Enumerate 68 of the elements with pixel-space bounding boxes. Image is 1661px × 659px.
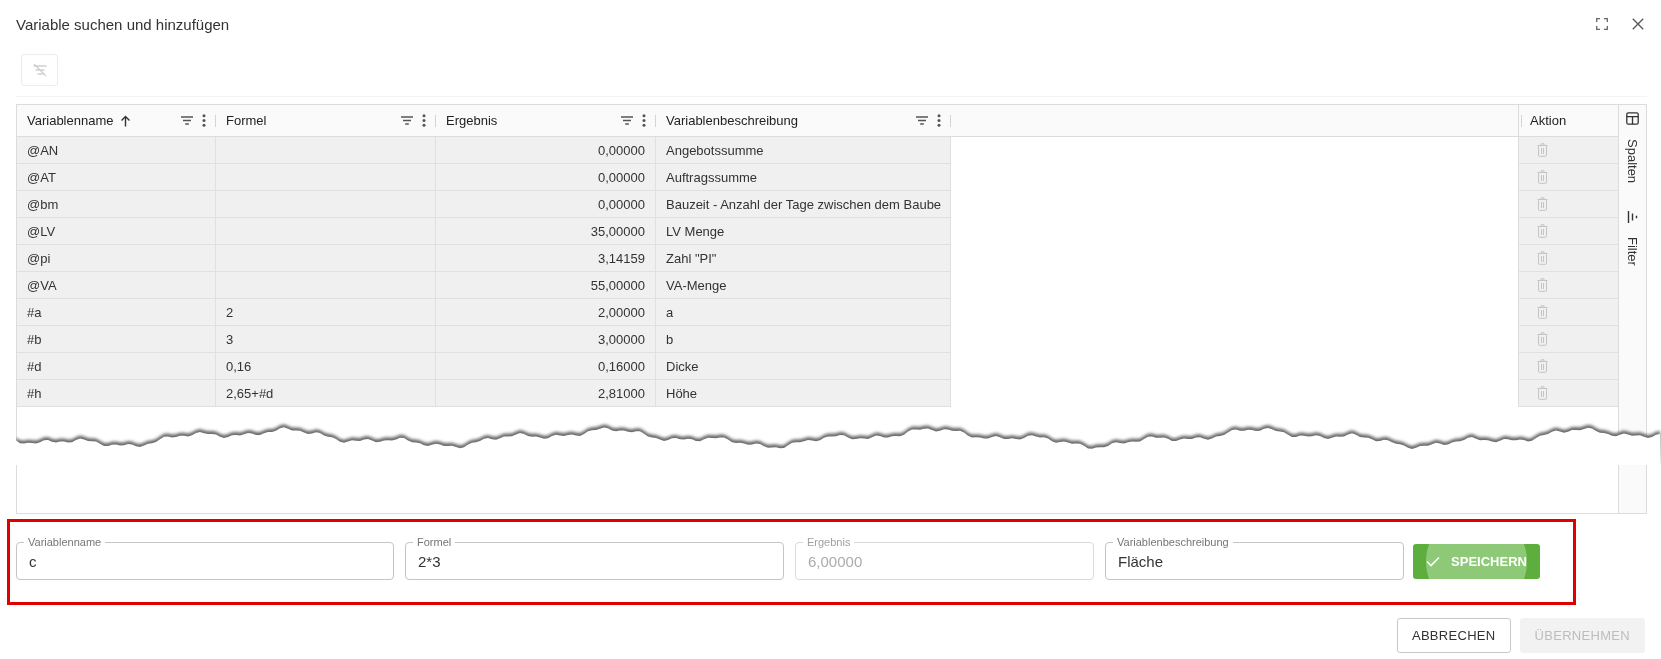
filter-icon [1627, 211, 1638, 224]
table-cell: 3,00000 [436, 326, 656, 353]
more-icon[interactable] [642, 114, 646, 127]
table-cell: Dicke [656, 353, 951, 380]
table-cell: 2,65+#d [216, 380, 436, 407]
table-cell: @AN [17, 137, 216, 164]
table-cell: Auftragssumme [656, 164, 951, 191]
table-cell: #b [17, 326, 216, 353]
filter-icon[interactable] [621, 116, 633, 125]
column-header[interactable]: Variablenname [27, 113, 114, 128]
table-cell: 3,14159 [436, 245, 656, 272]
table-cell: 0,16000 [436, 353, 656, 380]
table-cell: 0,16 [216, 353, 436, 380]
fullscreen-icon[interactable] [1596, 18, 1608, 30]
more-icon[interactable] [422, 114, 426, 127]
column-header[interactable]: Formel [226, 113, 267, 128]
arrow-up-icon[interactable] [120, 114, 132, 127]
dialog-title: Variable suchen und hinzufügen [16, 15, 231, 33]
table-cell: 35,00000 [436, 218, 656, 245]
table-cell: Angebotssumme [656, 137, 951, 164]
table-cell: @VA [17, 272, 216, 299]
table-cell: Zahl "PI" [656, 245, 951, 272]
text-field[interactable]: Variablenbeschreibung Fläche [1105, 536, 1404, 580]
table-cell: VA-Menge [656, 272, 951, 299]
text-input[interactable]: c [29, 549, 381, 573]
table-cell: 2,00000 [436, 299, 656, 326]
table-cell: @LV [17, 218, 216, 245]
table-cell: 0,00000 [436, 164, 656, 191]
field-label: Ergebnis [806, 536, 852, 549]
table-cell: a [656, 299, 951, 326]
check-icon [1426, 556, 1441, 567]
field-label: Formel [416, 536, 453, 549]
table-cell: #h [17, 380, 216, 407]
table-cell: 3 [216, 326, 436, 353]
more-icon[interactable] [202, 114, 206, 127]
table-cell: 0,00000 [436, 191, 656, 218]
table-cell: 55,00000 [436, 272, 656, 299]
text-field[interactable]: Variablenname c [16, 536, 394, 580]
table-cell: LV Menge [656, 218, 951, 245]
table-cell: 2 [216, 299, 436, 326]
column-header: Aktion [1530, 113, 1567, 128]
table-cell: 2,81000 [436, 380, 656, 407]
table-cell: #a [17, 299, 216, 326]
column-header[interactable]: Variablenbeschreibung [666, 113, 799, 128]
side-tab[interactable]: Spalten [1623, 108, 1642, 188]
column-header[interactable]: Ergebnis [446, 113, 498, 128]
table-cell: @pi [17, 245, 216, 272]
table-cell: b [656, 326, 951, 353]
text-input[interactable]: 2*3 [418, 549, 771, 573]
table-cell: Höhe [656, 380, 951, 407]
more-icon[interactable] [937, 114, 941, 127]
cancel-button[interactable]: ABBRECHEN [1396, 618, 1511, 653]
filter-icon[interactable] [401, 116, 413, 125]
table-cell: @AT [17, 164, 216, 191]
field-label: Variablenname [27, 536, 103, 549]
table-cell: 0,00000 [436, 137, 656, 164]
table-cell: Bauzeit - Anzahl der Tage zwischen dem Baube [656, 191, 951, 218]
table-cell: @bm [17, 191, 216, 218]
filter-icon[interactable] [916, 116, 928, 125]
text-field[interactable]: Formel 2*3 [405, 536, 784, 580]
filter-off-icon [31, 62, 48, 78]
field-label: Variablenbeschreibung [1116, 536, 1230, 549]
table-icon [1626, 112, 1639, 125]
table-cell: #d [17, 353, 216, 380]
filter-icon[interactable] [181, 116, 193, 125]
text-input[interactable]: Fläche [1118, 549, 1391, 573]
side-tab[interactable]: Filter [1623, 207, 1642, 270]
close-icon[interactable] [1632, 18, 1644, 30]
